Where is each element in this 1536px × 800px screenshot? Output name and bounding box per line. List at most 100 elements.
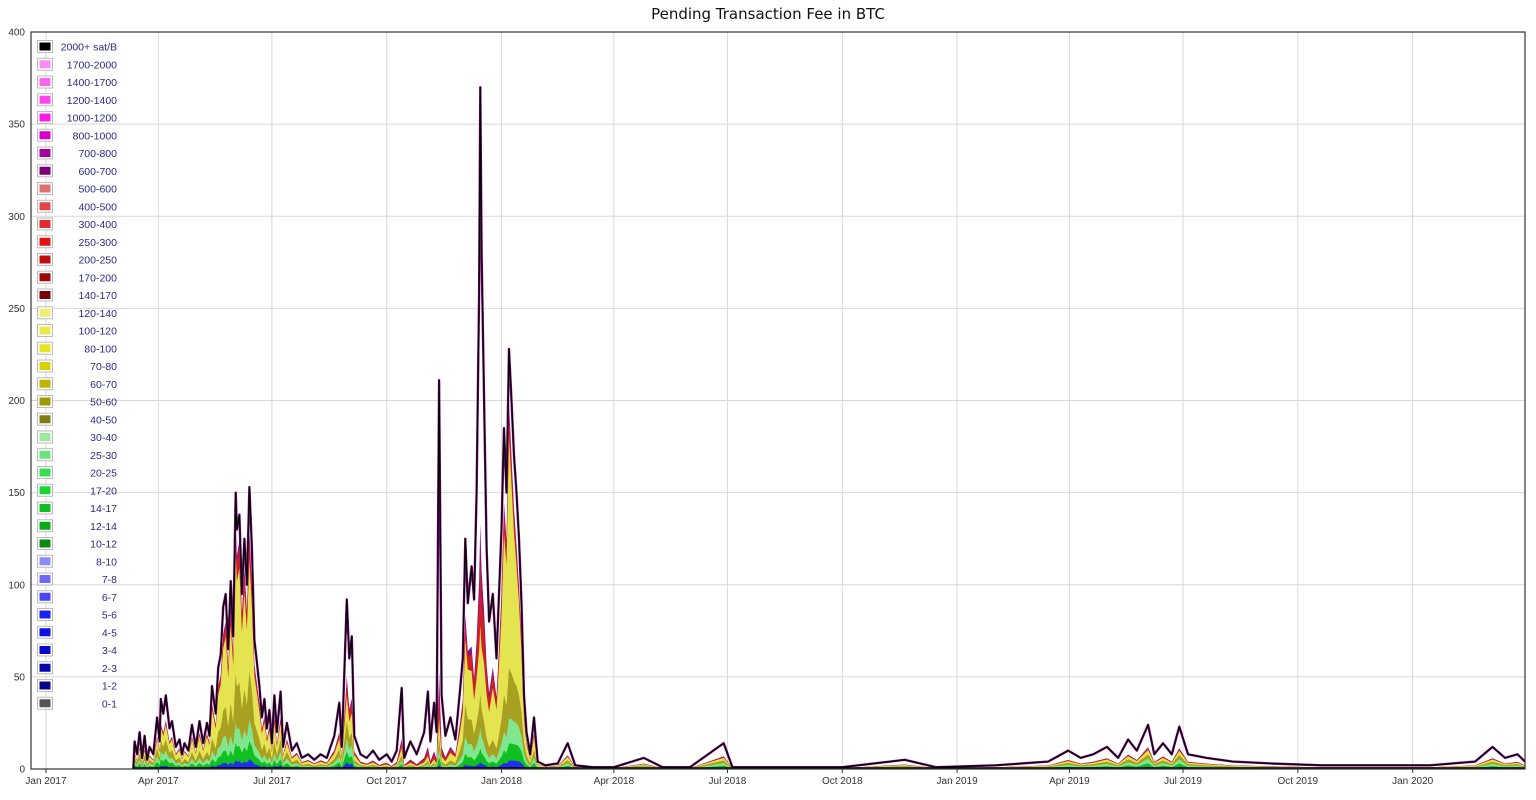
legend-swatch [39,699,51,708]
legend-swatch [39,539,51,548]
legend-swatch [39,646,51,654]
total-fee-outline-purple [132,86,1526,770]
x-tick-label: Apr 2017 [138,776,179,787]
legend-item: 800-1000 [37,128,118,142]
legend-swatch [39,78,51,86]
y-tick-label: 300 [8,212,25,223]
legend-swatch [39,166,51,175]
legend-swatch [39,95,51,104]
legend-swatch [39,362,51,370]
legend-swatch [39,202,51,211]
legend-label: 100-120 [78,326,117,338]
legend-label: 10-12 [90,539,117,551]
legend-swatch [39,237,51,246]
legend-swatch [39,592,51,601]
legend-label: 400-500 [78,201,117,213]
legend-label: 20-25 [90,468,117,480]
y-tick-label: 50 [14,672,26,683]
legend-item: 12-14 [37,519,117,533]
legend-swatch [39,486,51,495]
legend-label: 12-14 [90,521,117,533]
x-tick-label: Jan 2018 [481,776,523,787]
x-axis: Jan 2017 Apr 2017 Jul 2017 Oct 2017 Jan 2018… [25,769,1434,787]
legend-label: 1000-1200 [67,113,117,125]
legend-label: 25-30 [90,450,117,462]
legend-label: 2-3 [102,663,117,675]
legend: 2000+ sat/B 1700-2000 1400-1700 1200-1400 10… [37,40,118,710]
legend-label: 500-600 [78,184,117,196]
legend-item: 300-400 [37,217,117,231]
legend-item: 14-17 [37,501,117,515]
legend-swatch [39,681,51,690]
x-tick-label: Oct 2019 [1278,776,1319,787]
x-tick-label: Apr 2018 [594,776,635,787]
legend-label: 5-6 [102,610,117,622]
legend-label: 14-17 [90,503,117,515]
legend-item: 7-8 [37,572,117,586]
legend-swatch [39,326,51,335]
legend-label: 70-80 [90,361,117,373]
legend-item: 250-300 [37,235,117,249]
x-tick-label: Jan 2017 [25,776,67,787]
legend-label: 1400-1700 [67,77,117,89]
legend-item: 1000-1200 [37,111,117,125]
legend-label: 800-1000 [73,130,118,142]
legend-swatch [39,521,51,530]
y-tick-label: 150 [8,488,25,499]
legend-swatch [39,60,51,69]
legend-label: 1-2 [102,681,117,693]
legend-item: 17-20 [37,483,117,497]
legend-item: 170-200 [37,270,117,284]
legend-item: 140-170 [37,288,117,302]
total-fee-line [132,86,1526,770]
legend-swatch [39,379,51,388]
chart-plot: 0 50 100 150 200 250 300 350 400 Jan 2017 Apr 201… [8,28,1526,787]
x-tick-label: Jul 2019 [1164,776,1202,787]
legend-item: 1200-1400 [37,93,117,107]
legend-label: 30-40 [90,432,117,444]
legend-label: 80-100 [84,343,117,355]
legend-swatch [39,557,51,566]
y-axis: 0 50 100 150 200 250 300 350 400 [8,28,25,776]
legend-item: 8-10 [37,554,117,568]
legend-swatch [39,308,51,317]
legend-label: 50-60 [90,397,117,409]
legend-item: 600-700 [37,164,117,178]
legend-label: 2000+ sat/B [61,42,117,54]
legend-label: 6-7 [102,592,117,604]
legend-label: 700-800 [78,148,117,160]
legend-label: 60-70 [90,379,117,391]
legend-label: 0-1 [102,698,117,710]
legend-item: 25-30 [37,448,117,462]
legend-swatch [39,468,51,477]
legend-item: 500-600 [37,182,117,196]
legend-label: 300-400 [78,219,117,231]
legend-label: 7-8 [102,574,117,586]
legend-item: 10-12 [37,537,117,551]
legend-swatch [39,131,51,140]
legend-label: 250-300 [78,237,117,249]
legend-label: 170-200 [78,272,117,284]
legend-swatch [39,610,51,619]
legend-item: 2-3 [37,661,117,675]
legend-label: 3-4 [102,645,117,657]
legend-swatch [39,344,51,353]
legend-item: 100-120 [37,324,117,338]
y-tick-label: 200 [8,396,25,407]
legend-item: 5-6 [37,608,117,622]
legend-swatch [39,273,51,282]
legend-swatch [39,575,51,583]
x-tick-label: Jan 2019 [937,776,979,787]
legend-label: 4-5 [102,627,117,639]
legend-item: 1700-2000 [37,57,117,71]
y-tick-label: 0 [19,765,25,776]
legend-label: 120-140 [78,308,117,320]
legend-item: 1-2 [37,679,117,693]
legend-label: 1700-2000 [67,59,117,71]
legend-item: 4-5 [37,625,117,639]
legend-swatch [39,450,51,459]
legend-swatch [39,220,51,228]
legend-item: 6-7 [37,590,117,604]
legend-swatch [39,504,51,512]
legend-swatch [39,42,51,51]
